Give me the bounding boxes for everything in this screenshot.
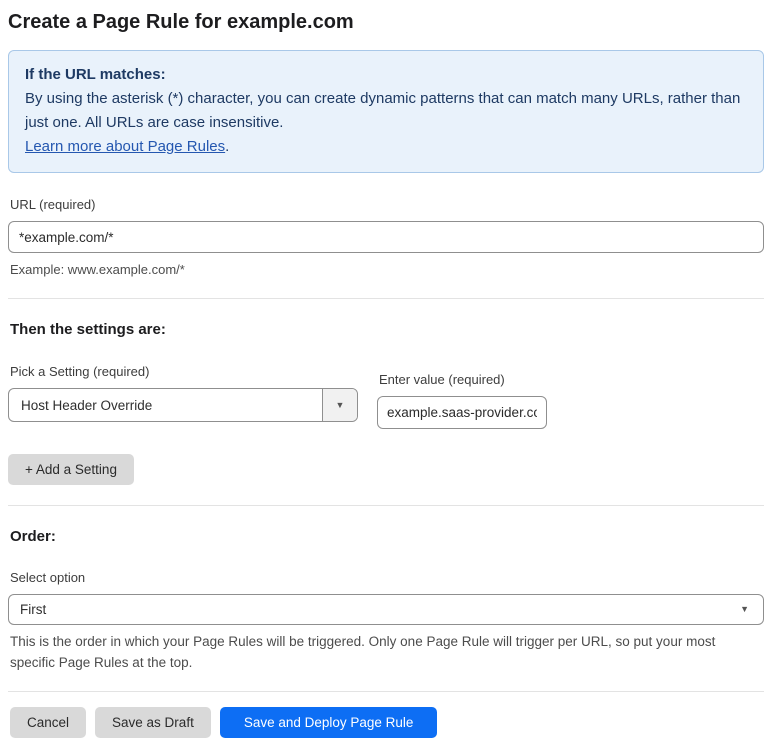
url-match-info-box: If the URL matches: By using the asteris… — [8, 50, 764, 173]
chevron-down-icon: ▼ — [740, 604, 749, 614]
setting-picker-value: Host Header Override — [21, 397, 153, 413]
setting-picker-arrow-button[interactable]: ▼ — [322, 389, 357, 421]
save-and-deploy-button[interactable]: Save and Deploy Page Rule — [219, 707, 438, 738]
order-section-heading: Order: — [10, 528, 56, 545]
setting-picker-dropdown[interactable]: Host Header Override ▼ — [8, 388, 358, 422]
divider — [8, 298, 764, 299]
order-select-value: First — [20, 602, 47, 617]
order-select-dropdown[interactable]: First ▼ — [8, 594, 764, 625]
info-box-link-line: Learn more about Page Rules. — [25, 135, 747, 159]
page-rule-form: Create a Page Rule for example.com If th… — [0, 9, 772, 738]
settings-row: Pick a Setting (required) Host Header Ov… — [8, 364, 764, 429]
url-input[interactable] — [8, 221, 764, 253]
info-box-heading: If the URL matches: — [25, 66, 166, 83]
learn-more-link[interactable]: Learn more about Page Rules — [25, 138, 225, 155]
order-helper-text: This is the order in which your Page Rul… — [10, 634, 716, 670]
order-select-label: Select option — [10, 570, 86, 585]
setting-value-input[interactable] — [377, 396, 547, 429]
save-as-draft-button[interactable]: Save as Draft — [95, 707, 211, 738]
chevron-down-icon: ▼ — [335, 399, 345, 410]
setting-picker-label: Pick a Setting (required) — [10, 364, 150, 379]
setting-picker-column: Pick a Setting (required) Host Header Ov… — [8, 364, 358, 429]
page-title: Create a Page Rule for example.com — [8, 11, 354, 33]
link-suffix: . — [225, 138, 230, 155]
divider — [8, 691, 764, 692]
settings-section-heading: Then the settings are: — [10, 321, 166, 338]
cancel-button[interactable]: Cancel — [10, 707, 87, 738]
info-box-body: By using the asterisk (*) character, you… — [25, 90, 741, 131]
url-example-helper: Example: www.example.com/* — [10, 262, 185, 277]
add-setting-button[interactable]: + Add a Setting — [8, 454, 134, 485]
setting-value-column: Enter value (required) — [377, 372, 547, 429]
setting-value-label: Enter value (required) — [379, 372, 505, 387]
order-select-arrow: ▼ — [740, 605, 763, 614]
form-actions: Cancel Save as Draft Save and Deploy Pag… — [8, 707, 764, 738]
divider — [8, 505, 764, 506]
url-field-label: URL (required) — [10, 197, 96, 212]
